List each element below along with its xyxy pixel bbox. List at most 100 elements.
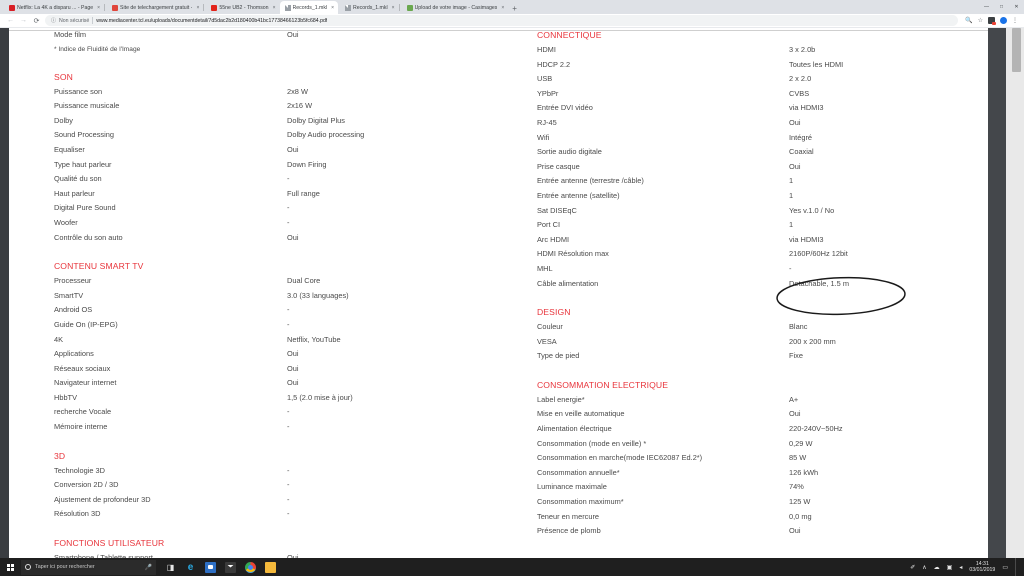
clock[interactable]: 14:31 03/01/2019 [969,561,995,573]
spec-row: Port CI 1 [537,218,967,233]
spec-label: Processeur [54,276,92,286]
spec-row: Mode film Oui [54,28,454,43]
notification-icon[interactable]: ▭ [1002,564,1008,571]
spec-label: Type de pied [537,351,580,361]
star-icon[interactable]: ☆ [978,17,983,24]
store-icon[interactable] [205,561,216,573]
spec-value: Netflix, YouTube [287,334,341,344]
spec-row: Haut parleur Full range [54,187,454,202]
volume-icon[interactable]: ◂ [959,564,962,571]
clock-time: 14:31 [975,560,989,567]
network-icon[interactable]: ▣ [947,564,953,571]
spec-label: Puissance son [54,86,103,96]
mail-icon[interactable] [225,561,236,573]
spec-row: Navigateur internet Oui [54,376,454,391]
spec-label: Label energie* [537,394,585,404]
spec-label: Navigateur internet [54,378,117,388]
close-icon[interactable]: × [392,5,395,11]
pdf-viewport[interactable]: Mode film Oui * Indice de Fluidité de l'Im… [0,28,1024,558]
spec-label: Sat DISEqC [537,205,577,215]
close-icon[interactable]: × [196,5,199,11]
spec-value: Dual Core [287,276,321,286]
spec-row: Wifi Intégré [537,131,967,146]
maximize-button[interactable]: □ [994,0,1009,14]
spec-value: - [287,319,290,329]
microphone-icon[interactable]: 🎤 [145,564,152,571]
omnibox-divider [92,17,94,24]
spec-label: Smartphone / Tablette support [54,553,153,558]
menu-icon[interactable]: ⋮ [1012,17,1018,24]
extension-icon[interactable] [988,17,996,25]
spec-row: Sortie audio digitale Coaxial [537,145,967,160]
spec-row: Teneur en mercure 0,0 mg [537,510,967,525]
spec-label: Conversion 2D / 3D [54,480,119,490]
browser-tab-1[interactable]: Site de telechargement gratuit - × [105,1,203,14]
spec-label: YPbPr [537,88,559,98]
tab-title: 55ne UB2 - Thomson [219,4,269,11]
back-icon[interactable]: ← [6,17,15,24]
file-explorer-icon[interactable] [265,561,276,573]
tab-title: Records_1.mkl [353,4,388,11]
spec-value: via HDMI3 [789,103,824,113]
show-desktop-button[interactable] [1015,558,1019,576]
spec-row: Ajustement de profondeur 3D - [54,493,454,508]
scrollbar-thumb[interactable] [1012,28,1021,72]
pen-icon[interactable]: ✐ [910,564,915,571]
edge-icon[interactable]: e [185,562,196,573]
zoom-icon[interactable]: 🔍 [965,17,972,24]
spec-value: Dolby Digital Plus [287,115,345,125]
browser-tab-0[interactable]: Netflix: La 4K a disparu ... - Page × [2,1,104,14]
spec-row: RJ-45 Oui [537,116,967,131]
minimize-button[interactable]: — [979,0,994,14]
task-view-icon[interactable]: ◨ [165,562,176,573]
spec-value: - [287,465,290,475]
new-tab-button[interactable]: + [512,4,517,14]
spec-label: Mémoire interne [54,422,108,432]
spec-label: Qualité du son [54,174,102,184]
close-icon[interactable]: × [501,5,504,11]
spec-row: Consommation maximum* 125 W [537,495,967,510]
browser-tab-5[interactable]: Upload de votre image - Casimages × [400,1,509,14]
close-window-button[interactable]: ✕ [1009,0,1024,14]
search-icon [25,564,31,570]
spec-label: Consommation (mode en veille) * [537,438,647,448]
close-icon[interactable]: × [273,5,276,11]
spec-row: MHL - [537,262,967,277]
address-bar[interactable]: ⓘ Non sécurisé www.mediacenter.tcl.eu/up… [45,15,959,26]
chrome-icon[interactable] [245,561,256,573]
spec-label: Prise casque [537,161,580,171]
cloud-icon[interactable]: ☁ [934,564,940,571]
spec-value: Oui [287,30,299,39]
close-icon[interactable]: × [97,5,100,11]
spec-row: Câble alimentation Detachable, 1.5 m [537,277,967,292]
thomson-favicon [211,4,218,11]
close-icon[interactable]: × [331,5,334,11]
spec-row: SmartTV 3.0 (33 languages) [54,289,454,304]
spec-value: 0,29 W [789,438,813,448]
spec-row: Réseaux sociaux Oui [54,362,454,377]
start-button[interactable] [0,558,21,576]
spec-label: Câble alimentation [537,278,599,288]
spec-label: HDCP 2.2 [537,59,571,69]
spec-label: Consommation en marche(mode IEC62087 Ed.… [537,453,703,463]
reload-icon[interactable]: ⟳ [32,17,41,25]
taskbar-pinned-icons: ◨ e [156,561,276,573]
spec-value: Dolby Audio processing [287,130,365,140]
browser-tab-4[interactable]: Records_1.mkl × [338,1,399,14]
chevron-up-icon[interactable]: ∧ [922,564,926,571]
profile-avatar[interactable] [1000,17,1007,24]
spec-left-column: Mode film Oui * Indice de Fluidité de l'Im… [54,28,454,558]
spec-value: Fixe [789,351,803,361]
taskbar-search-box[interactable]: Taper ici pour rechercher 🎤 [21,559,156,575]
tab-title: Site de telechargement gratuit - [120,4,193,11]
spec-value: 85 W [789,453,807,463]
forward-icon[interactable]: → [19,17,28,24]
spec-value: 1 [789,176,794,186]
spec-row: VESA 200 x 200 mm [537,335,967,350]
spec-label: Ajustement de profondeur 3D [54,494,151,504]
browser-tab-3[interactable]: Records_1.mkl × [279,1,339,14]
vertical-scrollbar[interactable] [1006,28,1024,558]
browser-tab-2[interactable]: 55ne UB2 - Thomson × [204,1,279,14]
spec-value: - [287,509,290,519]
